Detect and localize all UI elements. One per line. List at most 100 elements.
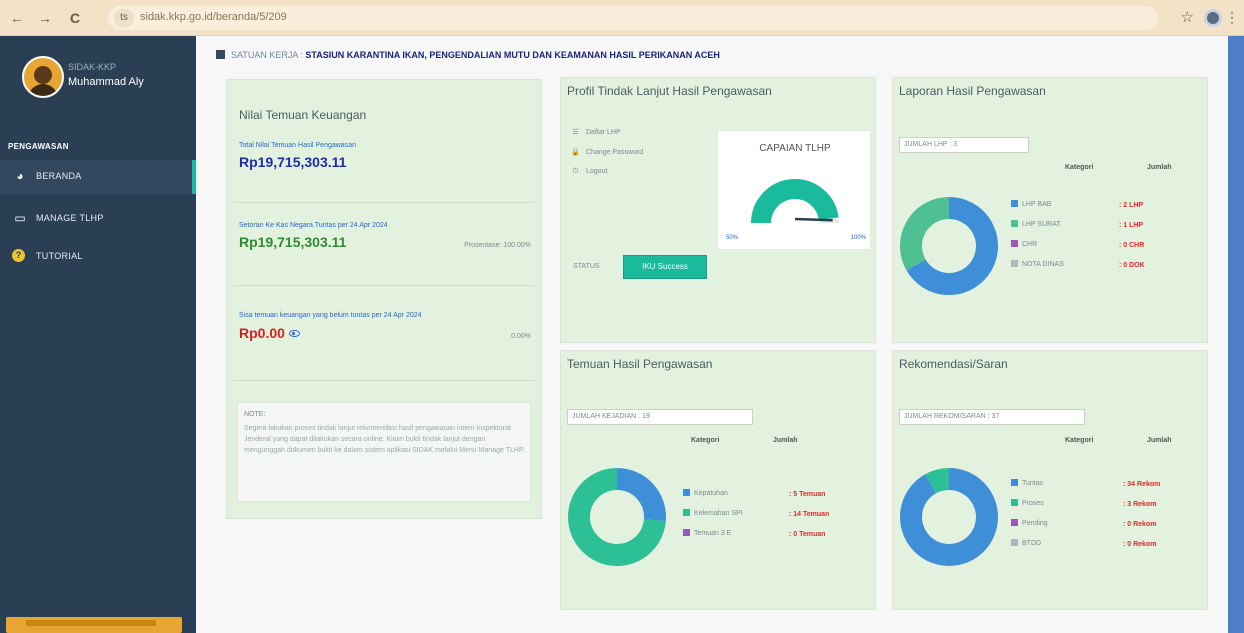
legend-label: LHP SURAT bbox=[1022, 221, 1061, 228]
finance-panel: Nilai Temuan Keuangan Total Nilai Temuan… bbox=[226, 79, 542, 519]
profil-title: Profil Tindak Lanjut Hasil Pengawasan bbox=[567, 84, 772, 98]
legend-swatch bbox=[1011, 260, 1018, 267]
legend-swatch bbox=[1011, 240, 1018, 247]
legend-swatch bbox=[683, 489, 690, 496]
legend-swatch bbox=[1011, 499, 1018, 506]
legend-value-proses: : 3 Rekom bbox=[1123, 501, 1157, 508]
setoran-percentage: Prosentase: 100.00% bbox=[464, 242, 531, 249]
sisa-value-row: Rp0.00 bbox=[239, 325, 300, 341]
total-value: Rp19,715,303.11 bbox=[239, 154, 347, 170]
legend-value-pending: : 0 Rekom bbox=[1123, 521, 1157, 528]
power-icon: ⏻ bbox=[572, 168, 579, 175]
eye-icon[interactable] bbox=[288, 330, 300, 337]
sisa-percentage: 0.00% bbox=[511, 333, 531, 340]
sidebar-item-beranda[interactable]: ◕ BERANDA bbox=[0, 160, 196, 194]
laporan-donut-chart bbox=[900, 197, 998, 295]
laporan-title: Laporan Hasil Pengawasan bbox=[899, 84, 1046, 98]
site-info-icon[interactable]: ts bbox=[114, 9, 134, 27]
user-name: Muhammad Aly bbox=[68, 76, 144, 88]
sidebar-item-label: TUTORIAL bbox=[36, 251, 83, 261]
legend-value-kepatuhan: : 5 Temuan bbox=[789, 491, 826, 498]
browser-toolbar: ← → C ts sidak.kkp.go.id/beranda/5/209 ☆… bbox=[0, 0, 1244, 36]
reload-icon[interactable]: C bbox=[66, 9, 84, 27]
donut-slice-lhp-surat bbox=[900, 197, 950, 271]
gauge-value-arc bbox=[751, 179, 839, 224]
help-icon: ? bbox=[12, 249, 25, 262]
kategori-header: Kategori bbox=[1065, 164, 1094, 171]
kategori-header: Kategori bbox=[691, 437, 720, 444]
legend-item-kepatuhan: Kepatuhan bbox=[683, 489, 728, 497]
satuan-name: STASIUN KARANTINA IKAN, PENGENDALIAN MUT… bbox=[305, 50, 720, 60]
temuan-donut-chart bbox=[568, 468, 666, 566]
building-icon bbox=[216, 50, 225, 59]
legend-item-btdd: BTDD bbox=[1011, 539, 1041, 547]
legend-swatch bbox=[1011, 220, 1018, 227]
jumlah-header: Jumlah bbox=[773, 437, 798, 444]
note-text: Segera lakukan proses tindak lanjut reko… bbox=[244, 425, 525, 454]
forward-icon[interactable]: → bbox=[36, 9, 54, 27]
back-icon[interactable]: ← bbox=[8, 9, 26, 27]
note-title: NOTE: bbox=[244, 411, 266, 418]
legend-swatch bbox=[1011, 519, 1018, 526]
legend-label: Pending bbox=[1022, 520, 1048, 527]
sisa-value: Rp0.00 bbox=[239, 325, 285, 341]
sidebar-footer-banner bbox=[6, 617, 182, 633]
satuan-label: SATUAN KERJA : bbox=[231, 50, 303, 60]
setoran-label: Setoran Ke Kas Negara Tuntas per 24 Apr … bbox=[239, 222, 388, 229]
sidebar-section-title: PENGAWASAN bbox=[8, 142, 69, 151]
legend-label: LHP BAB bbox=[1022, 201, 1052, 208]
bookmark-star-icon[interactable]: ☆ bbox=[1181, 8, 1194, 26]
jumlah-kejadian-field: JUMLAH KEJADIAN : 19 bbox=[567, 409, 753, 425]
link-label: Logout bbox=[586, 168, 608, 175]
profile-icon[interactable] bbox=[1204, 9, 1222, 27]
link-label: Daftar LHP bbox=[586, 129, 621, 136]
jumlah-lhp-field: JUMLAH LHP : 3 bbox=[899, 137, 1029, 153]
gauge-max-label: 100% bbox=[850, 235, 866, 241]
donut-slice-kepatuhan bbox=[616, 468, 666, 522]
legend-label: Tuntas bbox=[1022, 480, 1044, 487]
capaian-gauge: CAPAIAN TLHP 50% 100% bbox=[717, 130, 871, 250]
logout-link[interactable]: ⏻ Logout bbox=[571, 168, 608, 176]
change-password-link[interactable]: 🔒 Change Password bbox=[571, 148, 643, 156]
address-bar[interactable]: ts sidak.kkp.go.id/beranda/5/209 bbox=[108, 6, 1158, 30]
legend-label: Kelemahan SPI bbox=[694, 510, 743, 517]
avatar bbox=[22, 56, 64, 98]
legend-item-temuan-3-e: Temuan 3 E bbox=[683, 529, 731, 537]
legend-item-lhp-surat: LHP SURAT bbox=[1011, 220, 1061, 228]
rekomendasi-title: Rekomendasi/Saran bbox=[899, 357, 1008, 371]
legend-value-chr: : 0 CHR bbox=[1119, 242, 1145, 249]
app-name: SIDAK-KKP bbox=[68, 62, 117, 72]
note-box: NOTE: Segera lakukan proses tindak lanju… bbox=[237, 402, 531, 502]
legend-item-nota-dinas: NOTA DINAS bbox=[1011, 260, 1064, 268]
desktop-icon: ▭ bbox=[14, 211, 26, 225]
gauge-chart bbox=[751, 179, 839, 224]
sidebar-item-tutorial[interactable]: ? TUTORIAL bbox=[0, 240, 196, 274]
url-text[interactable]: sidak.kkp.go.id/beranda/5/209 bbox=[140, 11, 287, 23]
donut-slice-proses bbox=[925, 468, 950, 494]
satuan-kerja-header: SATUAN KERJA : STASIUN KARANTINA IKAN, P… bbox=[216, 50, 720, 60]
jumlah-header: Jumlah bbox=[1147, 164, 1172, 171]
legend-label: BTDD bbox=[1022, 540, 1042, 547]
legend-label: CHR bbox=[1022, 241, 1038, 248]
sidebar-item-manage-tlhp[interactable]: ▭ MANAGE TLHP bbox=[0, 202, 196, 236]
gauge-min-label: 50% bbox=[726, 235, 739, 241]
legend-item-lhp-bab: LHP BAB bbox=[1011, 200, 1051, 208]
setoran-value: Rp19,715,303.11 bbox=[239, 234, 347, 250]
jumlah-header: Jumlah bbox=[1147, 437, 1172, 444]
status-button[interactable]: IKU Success bbox=[623, 255, 707, 279]
sidebar-item-label: BERANDA bbox=[36, 171, 82, 181]
dashboard-icon: ◕ bbox=[16, 169, 24, 183]
main-content: SATUAN KERJA : STASIUN KARANTINA IKAN, P… bbox=[196, 36, 1244, 633]
legend-value-temuan-3-e: : 0 Temuan bbox=[789, 531, 826, 538]
legend-swatch bbox=[1011, 200, 1018, 207]
legend-label: Proses bbox=[1022, 500, 1044, 507]
legend-item-pending: Pending bbox=[1011, 519, 1048, 527]
donut-slice-tuntas bbox=[900, 468, 998, 566]
browser-menu-icon[interactable]: ⋮ bbox=[1225, 9, 1239, 26]
legend-item-tuntas: Tuntas bbox=[1011, 479, 1043, 487]
daftar-lhp-link[interactable]: ☰ Daftar LHP bbox=[571, 128, 621, 136]
legend-item-chr: CHR bbox=[1011, 240, 1037, 248]
legend-item-kelemahan-spi: Kelemahan SPI bbox=[683, 509, 743, 517]
rekomendasi-panel: Rekomendasi/Saran JUMLAH REKOM/SARAN : 3… bbox=[892, 350, 1208, 610]
sidebar: SIDAK-KKP Muhammad Aly PENGAWASAN ◕ BERA… bbox=[0, 36, 196, 633]
